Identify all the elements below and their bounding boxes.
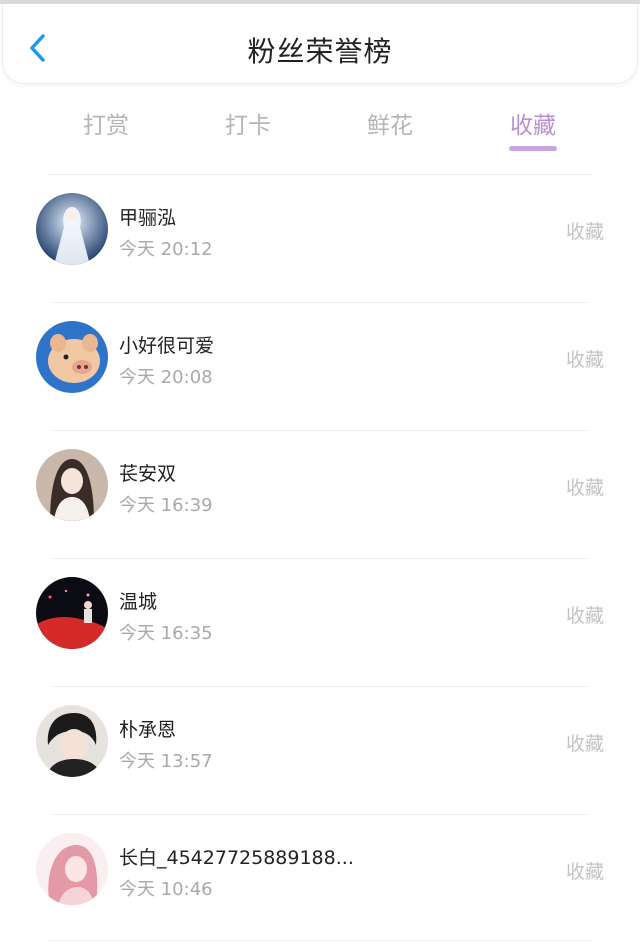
list-item[interactable]: 小好很可爱 今天 20:08 收藏 xyxy=(0,303,640,431)
fan-time: 今天 16:39 xyxy=(119,495,213,516)
tab-flowers[interactable]: 鲜花 xyxy=(340,106,440,156)
fan-list: 甲骊泓 今天 20:12 收藏 小好很可爱 今天 20:08 收藏 苌安双 今天… xyxy=(0,175,640,943)
tab-underline xyxy=(509,146,557,151)
fan-name: 长白_45427725889188... xyxy=(119,847,354,869)
header-bar: 粉丝荣誉榜 xyxy=(2,4,638,84)
fan-name: 小好很可爱 xyxy=(119,335,215,357)
action-type: 收藏 xyxy=(565,221,604,243)
avatar[interactable] xyxy=(36,193,108,265)
list-item[interactable]: 甲骊泓 今天 20:12 收藏 xyxy=(0,175,640,303)
fan-time: 今天 13:57 xyxy=(119,751,213,772)
avatar[interactable] xyxy=(36,449,108,521)
fan-time: 今天 10:46 xyxy=(119,879,213,900)
avatar[interactable] xyxy=(36,321,108,393)
tab-tip[interactable]: 打赏 xyxy=(56,106,156,156)
fan-name: 温城 xyxy=(119,591,158,613)
list-item[interactable]: 朴承恩 今天 13:57 收藏 xyxy=(0,687,640,815)
avatar-image xyxy=(36,577,108,649)
page-title: 粉丝荣誉榜 xyxy=(247,35,393,68)
fan-time: 今天 20:12 xyxy=(119,239,213,260)
tab-bar: 打赏 打卡 鲜花 收藏 xyxy=(0,100,640,160)
fan-name: 甲骊泓 xyxy=(119,207,177,229)
avatar[interactable] xyxy=(36,705,108,777)
avatar-image xyxy=(36,833,108,905)
action-type: 收藏 xyxy=(565,861,604,883)
avatar-image xyxy=(36,449,108,521)
avatar[interactable] xyxy=(36,833,108,905)
action-type: 收藏 xyxy=(565,349,604,371)
action-type: 收藏 xyxy=(565,477,604,499)
avatar[interactable] xyxy=(36,577,108,649)
tab-favorites[interactable]: 收藏 xyxy=(483,106,583,156)
tab-label: 打卡 xyxy=(225,113,271,139)
fan-time: 今天 20:08 xyxy=(119,367,213,388)
fan-time: 今天 16:35 xyxy=(119,623,213,644)
list-item[interactable]: 苌安双 今天 16:39 收藏 xyxy=(0,431,640,559)
tab-checkin[interactable]: 打卡 xyxy=(198,106,298,156)
list-item[interactable]: 长白_45427725889188... 今天 10:46 收藏 xyxy=(0,815,640,943)
avatar-image xyxy=(36,193,108,265)
avatar-image xyxy=(36,705,108,777)
divider xyxy=(48,940,592,941)
action-type: 收藏 xyxy=(565,733,604,755)
fan-name: 朴承恩 xyxy=(119,719,177,741)
tab-label: 打赏 xyxy=(83,113,129,139)
avatar-image xyxy=(36,321,108,393)
fan-name: 苌安双 xyxy=(119,463,177,485)
list-item[interactable]: 温城 今天 16:35 收藏 xyxy=(0,559,640,687)
action-type: 收藏 xyxy=(565,605,604,627)
tab-label: 收藏 xyxy=(510,113,556,139)
tab-label: 鲜花 xyxy=(367,113,413,139)
